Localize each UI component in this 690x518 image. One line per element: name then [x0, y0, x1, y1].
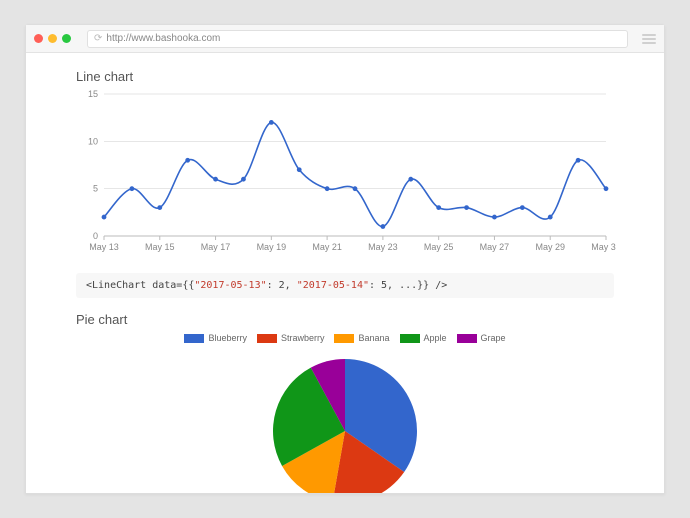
- maximize-window-icon[interactable]: [62, 34, 71, 43]
- legend-label: Banana: [358, 333, 389, 343]
- svg-text:10: 10: [88, 136, 98, 146]
- line-chart-title: Line chart: [76, 69, 614, 84]
- svg-text:May 25: May 25: [424, 242, 454, 252]
- svg-text:May 23: May 23: [368, 242, 398, 252]
- svg-text:0: 0: [93, 231, 98, 241]
- svg-text:May 13: May 13: [89, 242, 119, 252]
- code-snippet: <LineChart data={{"2017-05-13": 2, "2017…: [76, 273, 614, 298]
- minimize-window-icon[interactable]: [48, 34, 57, 43]
- svg-text:May 27: May 27: [480, 242, 510, 252]
- legend-label: Apple: [424, 333, 447, 343]
- svg-text:May 21: May 21: [312, 242, 342, 252]
- page-content: Line chart 0 5 10 15 May 13 May 15 May 17 May 1…: [26, 53, 664, 493]
- legend-swatch: [334, 334, 354, 343]
- url-text: http://www.bashooka.com: [106, 33, 220, 44]
- legend-swatch: [400, 334, 420, 343]
- legend-label: Grape: [481, 333, 506, 343]
- svg-text:15: 15: [88, 89, 98, 99]
- legend-label: Strawberry: [281, 333, 325, 343]
- url-bar[interactable]: ⟳ http://www.bashooka.com: [87, 30, 628, 48]
- hamburger-menu-icon[interactable]: [642, 34, 656, 44]
- close-window-icon[interactable]: [34, 34, 43, 43]
- legend-swatch: [457, 334, 477, 343]
- traffic-lights: [34, 34, 71, 43]
- svg-text:May 15: May 15: [145, 242, 175, 252]
- svg-text:May 17: May 17: [201, 242, 231, 252]
- pie-chart-title: Pie chart: [76, 312, 614, 327]
- pie-legend: Blueberry Strawberry Banana Apple Grape: [76, 333, 614, 343]
- legend-swatch: [184, 334, 204, 343]
- legend-swatch: [257, 334, 277, 343]
- legend-item[interactable]: Apple: [400, 333, 447, 343]
- browser-toolbar: ⟳ http://www.bashooka.com: [26, 25, 664, 53]
- browser-window: ⟳ http://www.bashooka.com Line chart 0 5 1…: [25, 24, 665, 494]
- legend-label: Blueberry: [208, 333, 247, 343]
- svg-text:5: 5: [93, 184, 98, 194]
- legend-item[interactable]: Banana: [334, 333, 389, 343]
- pie-chart: [76, 351, 614, 493]
- pie-chart-section: Pie chart Blueberry Strawberry Banana Apple…: [76, 312, 614, 493]
- reload-icon[interactable]: ⟳: [94, 33, 102, 44]
- svg-text:May 31: May 31: [591, 242, 616, 252]
- legend-item[interactable]: Blueberry: [184, 333, 247, 343]
- line-chart: 0 5 10 15 May 13 May 15 May 17 May 19 May 21 May …: [76, 88, 614, 263]
- svg-text:May 19: May 19: [257, 242, 287, 252]
- svg-text:May 29: May 29: [535, 242, 565, 252]
- legend-item[interactable]: Grape: [457, 333, 506, 343]
- line-chart-section: Line chart 0 5 10 15 May 13 May 15 May 17 May 1…: [76, 69, 614, 263]
- legend-item[interactable]: Strawberry: [257, 333, 325, 343]
